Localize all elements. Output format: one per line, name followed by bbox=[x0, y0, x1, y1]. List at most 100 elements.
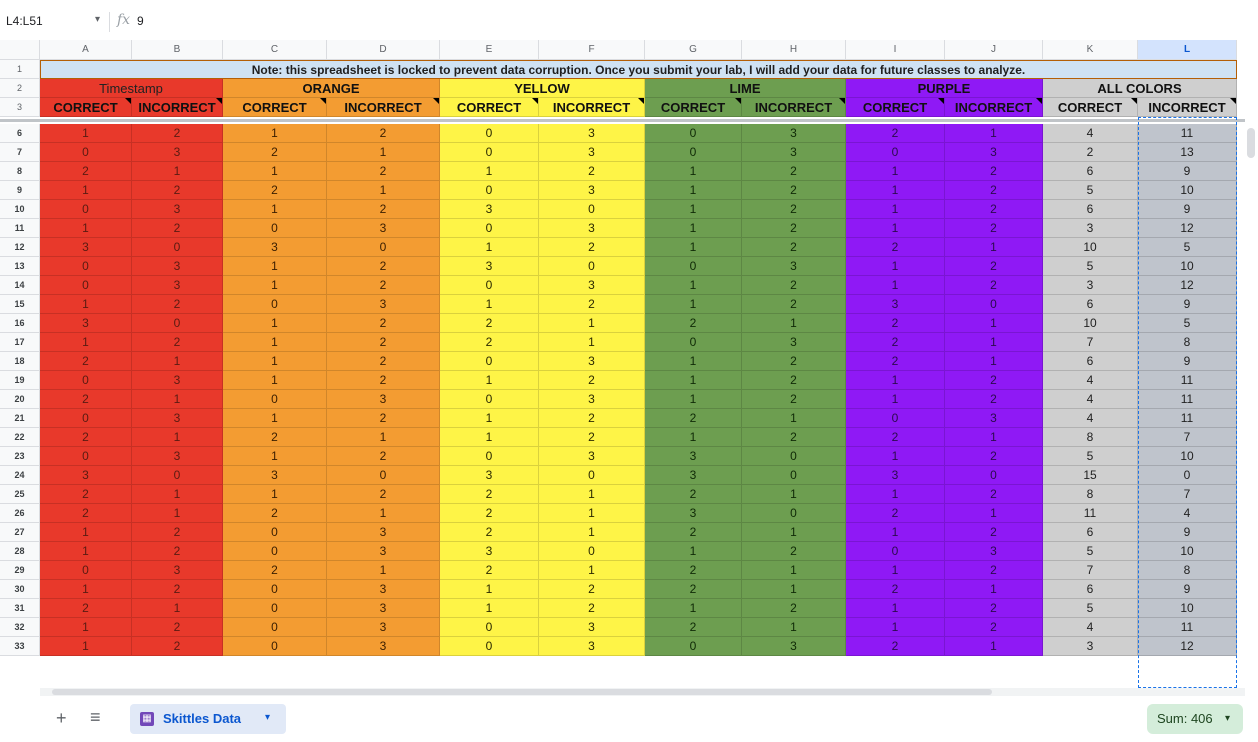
data-cell[interactable]: 9 bbox=[1138, 295, 1237, 314]
column-header-a[interactable]: A bbox=[40, 40, 132, 60]
data-cell[interactable]: 2 bbox=[945, 390, 1043, 409]
row-header[interactable]: 21 bbox=[0, 409, 40, 428]
data-cell[interactable]: 3 bbox=[539, 352, 645, 371]
data-cell[interactable]: 4 bbox=[1043, 124, 1138, 143]
data-cell[interactable]: 3 bbox=[945, 542, 1043, 561]
data-cell[interactable]: 1 bbox=[742, 580, 846, 599]
data-cell[interactable]: 0 bbox=[223, 542, 327, 561]
data-cell[interactable]: 9 bbox=[1138, 200, 1237, 219]
data-cell[interactable]: 1 bbox=[327, 504, 440, 523]
row-header[interactable]: 9 bbox=[0, 181, 40, 200]
data-cell[interactable]: 2 bbox=[846, 580, 945, 599]
data-cell[interactable]: 10 bbox=[1138, 257, 1237, 276]
data-cell[interactable]: 2 bbox=[40, 352, 132, 371]
data-cell[interactable]: 3 bbox=[539, 637, 645, 656]
data-cell[interactable]: 2 bbox=[846, 637, 945, 656]
row-header[interactable]: 19 bbox=[0, 371, 40, 390]
row-header[interactable]: 12 bbox=[0, 238, 40, 257]
data-cell[interactable]: 2 bbox=[742, 428, 846, 447]
row-header[interactable]: 25 bbox=[0, 485, 40, 504]
data-cell[interactable]: 2 bbox=[846, 428, 945, 447]
data-cell[interactable]: 6 bbox=[1043, 523, 1138, 542]
data-cell[interactable]: 1 bbox=[440, 599, 539, 618]
data-cell[interactable]: 7 bbox=[1043, 561, 1138, 580]
data-cell[interactable]: 2 bbox=[945, 276, 1043, 295]
row-header[interactable]: 20 bbox=[0, 390, 40, 409]
data-cell[interactable]: 2 bbox=[327, 333, 440, 352]
row-header[interactable]: 31 bbox=[0, 599, 40, 618]
data-cell[interactable]: 3 bbox=[132, 561, 223, 580]
data-cell[interactable]: 2 bbox=[645, 580, 742, 599]
data-cell[interactable]: 1 bbox=[132, 390, 223, 409]
data-cell[interactable]: 0 bbox=[539, 466, 645, 485]
data-cell[interactable]: 2 bbox=[945, 219, 1043, 238]
data-cell[interactable]: 3 bbox=[945, 409, 1043, 428]
data-cell[interactable]: 10 bbox=[1043, 238, 1138, 257]
data-cell[interactable]: 2 bbox=[223, 143, 327, 162]
data-cell[interactable]: 11 bbox=[1138, 618, 1237, 637]
data-cell[interactable]: 11 bbox=[1138, 371, 1237, 390]
data-cell[interactable]: 1 bbox=[742, 523, 846, 542]
data-cell[interactable]: 0 bbox=[645, 124, 742, 143]
data-cell[interactable]: 3 bbox=[327, 618, 440, 637]
data-cell[interactable]: 5 bbox=[1043, 542, 1138, 561]
data-cell[interactable]: 0 bbox=[132, 466, 223, 485]
data-cell[interactable]: 11 bbox=[1043, 504, 1138, 523]
column-header-k[interactable]: K bbox=[1043, 40, 1138, 60]
column-header-e[interactable]: E bbox=[440, 40, 539, 60]
data-cell[interactable]: 1 bbox=[132, 599, 223, 618]
data-cell[interactable]: 3 bbox=[40, 314, 132, 333]
data-cell[interactable]: 2 bbox=[1043, 143, 1138, 162]
data-cell[interactable]: 3 bbox=[945, 143, 1043, 162]
data-cell[interactable]: 3 bbox=[539, 219, 645, 238]
column-header-l[interactable]: L bbox=[1138, 40, 1237, 60]
data-cell[interactable]: 1 bbox=[645, 200, 742, 219]
data-cell[interactable]: 2 bbox=[742, 276, 846, 295]
data-cell[interactable]: 0 bbox=[846, 409, 945, 428]
data-cell[interactable]: 3 bbox=[327, 599, 440, 618]
data-cell[interactable]: 0 bbox=[40, 371, 132, 390]
row-header[interactable]: 18 bbox=[0, 352, 40, 371]
sheet-tab-label[interactable]: Skittles Data bbox=[163, 711, 241, 726]
row-header[interactable]: 23 bbox=[0, 447, 40, 466]
data-cell[interactable]: 0 bbox=[327, 466, 440, 485]
data-cell[interactable]: 2 bbox=[539, 580, 645, 599]
data-cell[interactable]: 1 bbox=[40, 333, 132, 352]
data-cell[interactable]: 0 bbox=[742, 466, 846, 485]
data-cell[interactable]: 3 bbox=[539, 124, 645, 143]
data-cell[interactable]: 2 bbox=[327, 409, 440, 428]
data-cell[interactable]: 0 bbox=[40, 200, 132, 219]
data-cell[interactable]: 6 bbox=[1043, 352, 1138, 371]
data-cell[interactable]: 1 bbox=[223, 314, 327, 333]
data-cell[interactable]: 3 bbox=[846, 466, 945, 485]
data-cell[interactable]: 5 bbox=[1138, 238, 1237, 257]
data-cell[interactable]: 2 bbox=[846, 238, 945, 257]
data-cell[interactable]: 3 bbox=[440, 200, 539, 219]
data-cell[interactable]: 11 bbox=[1138, 390, 1237, 409]
sum-label[interactable]: Sum: 406 bbox=[1157, 711, 1213, 726]
plus-icon[interactable]: + bbox=[56, 708, 67, 729]
data-cell[interactable]: 0 bbox=[1138, 466, 1237, 485]
data-cell[interactable]: 1 bbox=[945, 637, 1043, 656]
row-header[interactable]: 22 bbox=[0, 428, 40, 447]
column-header-b[interactable]: B bbox=[132, 40, 223, 60]
data-cell[interactable]: 2 bbox=[945, 599, 1043, 618]
data-cell[interactable]: 3 bbox=[327, 295, 440, 314]
data-cell[interactable]: 2 bbox=[742, 162, 846, 181]
data-cell[interactable]: 1 bbox=[846, 276, 945, 295]
data-cell[interactable]: 3 bbox=[539, 276, 645, 295]
data-cell[interactable]: 0 bbox=[945, 466, 1043, 485]
data-cell[interactable]: 2 bbox=[327, 124, 440, 143]
data-cell[interactable]: 2 bbox=[440, 561, 539, 580]
data-cell[interactable]: 2 bbox=[645, 314, 742, 333]
chevron-down-icon[interactable]: ▾ bbox=[1225, 713, 1230, 724]
data-cell[interactable]: 2 bbox=[132, 637, 223, 656]
data-cell[interactable]: 1 bbox=[645, 295, 742, 314]
data-cell[interactable]: 1 bbox=[742, 409, 846, 428]
row-header[interactable]: 29 bbox=[0, 561, 40, 580]
data-cell[interactable]: 2 bbox=[327, 447, 440, 466]
name-box[interactable]: L4:L51 bbox=[6, 14, 43, 28]
data-cell[interactable]: 2 bbox=[327, 276, 440, 295]
data-cell[interactable]: 0 bbox=[223, 618, 327, 637]
data-cell[interactable]: 0 bbox=[223, 599, 327, 618]
